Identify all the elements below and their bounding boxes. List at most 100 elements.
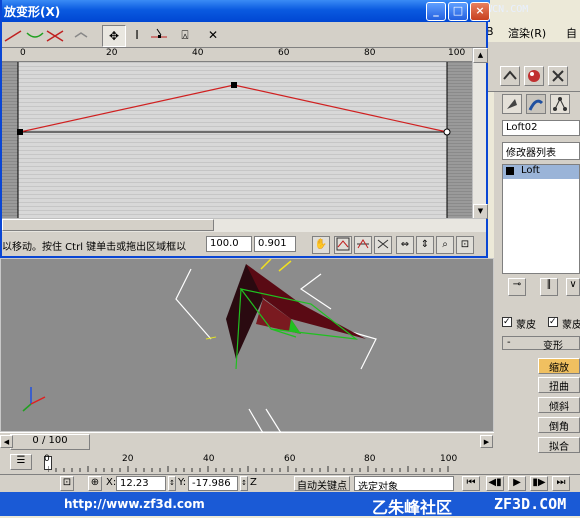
y-coord-field[interactable]: -17.986 [188, 476, 238, 491]
skin-checkbox-2-label: 蒙皮 [562, 320, 580, 331]
insert-corner-point-icon[interactable] [148, 25, 170, 45]
teeter-deform-button[interactable]: 倾斜 [538, 397, 580, 413]
render-icon[interactable] [548, 66, 568, 86]
ruler-tick-label: 80 [364, 48, 376, 58]
make-symmetrical-icon[interactable] [2, 25, 24, 45]
go-to-start-icon[interactable]: ⏮ [462, 476, 480, 491]
scale-curve[interactable] [19, 84, 448, 133]
scale-deform-button[interactable]: 缩放 [538, 358, 580, 374]
main-menubar: B 渲染(R) 自 [486, 22, 580, 42]
control-point[interactable] [231, 82, 237, 88]
auto-key-button[interactable]: 自动关键点 [294, 476, 350, 492]
delete-control-point-icon[interactable]: ⍓ [174, 25, 196, 45]
make-unique-icon[interactable]: ∨ [566, 278, 580, 296]
zoom-icon[interactable]: ⌕ [436, 236, 454, 254]
next-frame-icon[interactable]: ▮▶ [530, 476, 548, 491]
render-setup-icon[interactable] [500, 66, 520, 86]
create-tab-icon[interactable] [502, 94, 522, 114]
display-xy-axes-icon[interactable] [44, 25, 66, 45]
scroll-up-icon[interactable]: ▲ [473, 48, 488, 63]
modifier-stack: Loft [502, 164, 580, 274]
skin-checkbox-row: ✓ 蒙皮 ✓ 蒙皮 [502, 316, 580, 331]
y-value-field[interactable]: 0.901 [254, 236, 296, 252]
graph-ruler: 0 20 40 60 80 100 [2, 48, 472, 62]
zoom-extents-icon[interactable] [334, 236, 352, 254]
ruler-tick-label: 0 [20, 48, 26, 58]
maximize-icon[interactable]: □ [448, 2, 468, 21]
pin-stack-icon[interactable]: ⊸ [508, 278, 526, 296]
track-bar[interactable]: ☰ 0 20 40 60 80 100 [0, 452, 494, 474]
zoom-horizontal-extents-icon[interactable] [354, 236, 372, 254]
reset-curve-icon[interactable]: ✕ [202, 25, 224, 45]
dialog-titlebar[interactable]: 放变形(X) BBS.JCWCN.COM _ □ × [2, 0, 528, 22]
track-tick-label: 20 [122, 454, 134, 464]
scroll-thumb[interactable] [2, 219, 214, 231]
modify-tab-icon[interactable] [526, 94, 546, 114]
y-spinner-icon[interactable]: ↕ [240, 476, 248, 491]
time-prev-icon[interactable]: ◀ [0, 435, 13, 448]
transform-mode-icon[interactable]: ⊕ [88, 476, 102, 491]
modifier-list-dropdown[interactable]: 修改器列表 [502, 142, 580, 160]
time-slider-thumb[interactable]: 0 / 100 [10, 434, 90, 450]
stack-item-label: Loft [521, 165, 540, 176]
zoom-vertically-icon[interactable]: ⇕ [416, 236, 434, 254]
control-point[interactable] [443, 128, 451, 136]
skin-checkbox-2[interactable]: ✓ [548, 317, 558, 327]
dialog-status-row: 以移动。按住 Ctrl 键单击或拖出区域框以 100.0 0.901 ✋ ⇔ ⇕… [2, 232, 486, 256]
scroll-down-icon[interactable]: ▼ [473, 204, 488, 219]
footer-brand-en: ZF3D.COM [494, 495, 567, 513]
rollout-title: 变形 [543, 341, 563, 352]
zoom-vertical-extents-icon[interactable] [374, 236, 392, 254]
prompt-text: 以移动。按住 Ctrl 键单击或拖出区域框以 [2, 242, 187, 253]
scale-deformation-dialog: 放变形(X) BBS.JCWCN.COM _ □ × ✥ I ⍓ ✕ 0 20 … [0, 0, 528, 258]
x-spinner-icon[interactable]: ↕ [168, 476, 176, 491]
deformation-rollout-header[interactable]: - 变形 [502, 336, 580, 352]
key-filter-dropdown[interactable]: 选定对象 [354, 476, 454, 491]
track-tick-label: 100 [440, 454, 458, 464]
hierarchy-tab-icon[interactable] [550, 94, 570, 114]
control-point[interactable] [17, 129, 23, 135]
horizontal-scrollbar[interactable] [2, 218, 486, 232]
pan-hand-icon[interactable]: ✋ [312, 236, 330, 254]
time-next-icon[interactable]: ▶ [480, 435, 493, 448]
viewport-scene [22, 258, 377, 434]
command-panel: Loft02 修改器列表 Loft ⊸ ∥ ∨ ✓ 蒙皮 ✓ 蒙皮 - 变形 缩… [494, 92, 580, 490]
prev-frame-icon[interactable]: ◀▮ [486, 476, 504, 491]
bevel-deform-button[interactable]: 倒角 [538, 417, 580, 433]
time-slider[interactable]: 0 / 100 ◀ ▶ [0, 432, 494, 452]
vertical-scrollbar[interactable]: ▲ ▼ [472, 48, 488, 219]
deformation-graph[interactable] [2, 62, 472, 218]
footer-brand-cn: 朱峰社区 [388, 498, 453, 517]
swap-curves-icon[interactable] [70, 25, 92, 45]
move-control-point-icon[interactable]: ✥ [102, 25, 126, 47]
main-toolbar [486, 42, 580, 92]
skin-checkbox[interactable]: ✓ [502, 317, 512, 327]
go-to-end-icon[interactable]: ⏭ [552, 476, 570, 491]
perspective-viewport[interactable] [0, 258, 494, 434]
object-name-field[interactable]: Loft02 [502, 120, 580, 136]
close-icon[interactable]: × [470, 2, 490, 21]
scale-control-point-icon[interactable]: I [126, 25, 148, 45]
x-coord-field[interactable]: 12.23 [116, 476, 166, 491]
track-ticks [47, 452, 494, 474]
twist-deform-button[interactable]: 扭曲 [538, 377, 580, 393]
curve-canvas[interactable] [2, 62, 472, 218]
play-icon[interactable]: ▶ [508, 476, 526, 491]
minimize-icon[interactable]: _ [426, 2, 446, 21]
footer-url: http://www.zf3d.com [64, 497, 205, 511]
show-end-result-icon[interactable]: ∥ [540, 278, 558, 296]
x-value-field[interactable]: 100.0 [206, 236, 252, 252]
stack-item-loft[interactable]: Loft [503, 165, 579, 179]
trackbar-menu-icon[interactable]: ☰ [10, 454, 32, 470]
zoom-horizontally-icon[interactable]: ⇔ [396, 236, 414, 254]
fit-deform-button[interactable]: 拟合 [538, 437, 580, 453]
expand-icon[interactable] [506, 167, 514, 175]
zoom-region-icon[interactable]: ⊡ [456, 236, 474, 254]
lock-selection-icon[interactable]: ⊡ [60, 476, 74, 491]
material-editor-icon[interactable] [524, 66, 544, 86]
display-x-axis-icon[interactable] [24, 25, 46, 45]
track-tick-label: 60 [284, 454, 296, 464]
y-coord-label: Y: [178, 477, 187, 488]
menu-item-other[interactable]: 自 [566, 25, 577, 41]
menu-item-render[interactable]: 渲染(R) [508, 25, 546, 41]
